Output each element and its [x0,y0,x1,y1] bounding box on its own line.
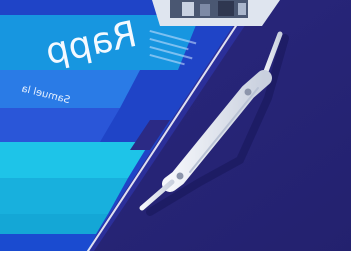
rivet-icon [176,172,184,180]
cover-tile [0,108,120,142]
cover-tile [0,214,108,234]
document-folder-photo: Rapp Samuel la [0,0,361,254]
photo-frame: Rapp Samuel la [0,0,361,254]
cover-tile [0,142,150,178]
rivet-icon [244,88,252,96]
partial-inset-photo [152,0,280,26]
cover-tile [0,178,128,214]
photo-border-right [351,0,361,254]
